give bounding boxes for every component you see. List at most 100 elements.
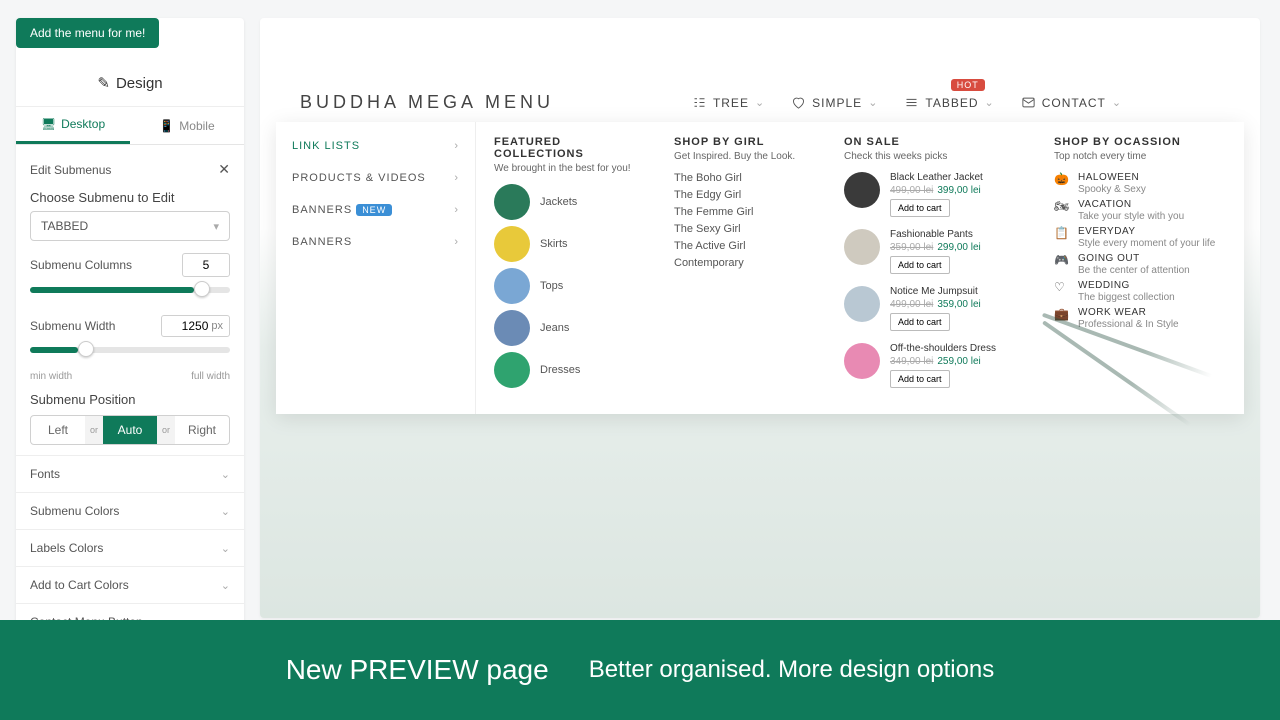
- collection-thumb: [494, 268, 530, 304]
- position-auto[interactable]: Auto: [103, 416, 157, 444]
- girl-link[interactable]: The Boho Girl: [674, 172, 808, 184]
- occasion-item[interactable]: 🎮 GOING OUTBe the center of attention: [1054, 253, 1226, 276]
- product-thumb: [844, 343, 880, 379]
- nav-simple[interactable]: SIMPLE⌄: [791, 95, 878, 110]
- mm-shop-by-girl: SHOP BY GIRL Get Inspired. Buy the Look.…: [656, 122, 826, 414]
- occasion-icon: 🏍: [1054, 199, 1068, 222]
- accordion-fonts[interactable]: Fonts⌄: [16, 455, 244, 492]
- collection-item[interactable]: Jeans: [494, 310, 638, 346]
- collection-item[interactable]: Jackets: [494, 184, 638, 220]
- accordion-addtocart-colors[interactable]: Add to Cart Colors⌄: [16, 566, 244, 603]
- position-left[interactable]: Left: [31, 416, 85, 444]
- collection-item[interactable]: Skirts: [494, 226, 638, 262]
- product-thumb: [844, 229, 880, 265]
- add-to-cart-button[interactable]: Add to cart: [890, 370, 950, 388]
- design-header: ✎ Design: [16, 60, 244, 107]
- close-icon[interactable]: ✕: [218, 161, 230, 178]
- chevron-down-icon: ⌄: [985, 96, 995, 109]
- add-to-cart-button[interactable]: Add to cart: [890, 256, 950, 274]
- nav-tree[interactable]: TREE⌄: [692, 95, 765, 110]
- product-name[interactable]: Fashionable Pants: [890, 229, 981, 240]
- mm-col-title: ON SALE: [844, 136, 1018, 148]
- mm-tab-banners-new[interactable]: BANNERSNEW›: [276, 194, 475, 226]
- sale-item: Notice Me Jumpsuit 499,00 lei359,00 lei …: [844, 286, 1018, 331]
- slider-thumb[interactable]: [78, 341, 94, 357]
- product-thumb: [844, 286, 880, 322]
- product-name[interactable]: Off-the-shoulders Dress: [890, 343, 996, 354]
- collection-label: Tops: [540, 280, 563, 292]
- choose-submenu-label: Choose Submenu to Edit: [30, 190, 230, 205]
- chevron-right-icon: ›: [454, 172, 459, 184]
- position-right[interactable]: Right: [175, 416, 229, 444]
- price-old: 349,00 lei: [890, 356, 933, 367]
- new-badge: NEW: [356, 204, 392, 216]
- occasion-icon: 🎮: [1054, 253, 1068, 276]
- girl-link[interactable]: The Femme Girl: [674, 206, 808, 218]
- occasion-item[interactable]: 💼 WORK WEARProfessional & In Style: [1054, 307, 1226, 330]
- girl-link[interactable]: The Edgy Girl: [674, 189, 808, 201]
- girl-link[interactable]: Contemporary: [674, 257, 808, 269]
- position-segmented: Left or Auto or Right: [30, 415, 230, 445]
- tab-mobile[interactable]: 📱 Mobile: [130, 107, 244, 144]
- mm-on-sale: ON SALE Check this weeks picks Black Lea…: [826, 122, 1036, 414]
- tab-desktop[interactable]: 🖥 Desktop: [16, 107, 130, 144]
- device-tabs: 🖥 Desktop 📱 Mobile: [16, 107, 244, 145]
- mm-col-subtitle: We brought in the best for you!: [494, 163, 638, 174]
- width-slider[interactable]: [30, 347, 230, 353]
- chevron-right-icon: ›: [454, 236, 459, 248]
- collection-item[interactable]: Dresses: [494, 352, 638, 388]
- collection-item[interactable]: Tops: [494, 268, 638, 304]
- collection-thumb: [494, 352, 530, 388]
- occasion-item[interactable]: ♡ WEDDINGThe biggest collection: [1054, 280, 1226, 303]
- tab-mobile-label: Mobile: [179, 119, 214, 133]
- girl-link[interactable]: The Active Girl: [674, 240, 808, 252]
- columns-slider[interactable]: [30, 287, 230, 293]
- add-to-cart-button[interactable]: Add to cart: [890, 199, 950, 217]
- slider-thumb[interactable]: [194, 281, 210, 297]
- mm-tab-banners[interactable]: BANNERS›: [276, 226, 475, 258]
- mm-col-subtitle: Check this weeks picks: [844, 151, 1018, 162]
- girl-link[interactable]: The Sexy Girl: [674, 223, 808, 235]
- product-name[interactable]: Notice Me Jumpsuit: [890, 286, 981, 297]
- chevron-down-icon: ⌄: [221, 542, 230, 555]
- chevron-down-icon: ▾: [213, 220, 219, 233]
- shop-nav: BUDDHA MEGA MENU TREE⌄ SIMPLE⌄ HOT TABBE…: [260, 78, 1260, 127]
- collection-label: Dresses: [540, 364, 580, 376]
- accordion-labels-colors[interactable]: Labels Colors⌄: [16, 529, 244, 566]
- collection-label: Jeans: [540, 322, 569, 334]
- chevron-down-icon: ⌄: [755, 96, 765, 109]
- collection-thumb: [494, 184, 530, 220]
- columns-input[interactable]: [182, 253, 230, 277]
- mm-col-subtitle: Top notch every time: [1054, 151, 1226, 162]
- width-input-wrap: px: [161, 315, 230, 337]
- tree-icon: [692, 95, 707, 110]
- occasion-item[interactable]: 🏍 VACATIONTake your style with you: [1054, 199, 1226, 222]
- product-thumb: [844, 172, 880, 208]
- price-new: 359,00 lei: [937, 299, 980, 310]
- nav-tabbed[interactable]: HOT TABBED⌄: [904, 95, 994, 110]
- mega-menu-tabs: LINK LISTS› PRODUCTS & VIDEOS› BANNERSNE…: [276, 122, 476, 414]
- collection-label: Jackets: [540, 196, 577, 208]
- add-menu-button[interactable]: Add the menu for me!: [16, 18, 159, 48]
- design-label: Design: [116, 75, 163, 92]
- mm-tab-link-lists[interactable]: LINK LISTS›: [276, 130, 475, 162]
- tab-desktop-label: Desktop: [61, 117, 105, 131]
- mobile-icon: 📱: [159, 119, 174, 133]
- occasion-item[interactable]: 📋 EVERYDAYStyle every moment of your lif…: [1054, 226, 1226, 249]
- banner-subtitle: Better organised. More design options: [589, 656, 995, 684]
- submenu-select[interactable]: TABBED ▾: [30, 211, 230, 241]
- mm-col-title: SHOP BY GIRL: [674, 136, 808, 148]
- add-to-cart-button[interactable]: Add to cart: [890, 313, 950, 331]
- occasion-item[interactable]: 🎃 HALOWEENSpooky & Sexy: [1054, 172, 1226, 195]
- occasion-icon: 🎃: [1054, 172, 1068, 195]
- mm-col-title: FEATURED COLLECTIONS: [494, 136, 638, 160]
- accordion-submenu-colors[interactable]: Submenu Colors⌄: [16, 492, 244, 529]
- sale-item: Fashionable Pants 359,00 lei299,00 lei A…: [844, 229, 1018, 274]
- product-name[interactable]: Black Leather Jacket: [890, 172, 983, 183]
- mm-tab-products-videos[interactable]: PRODUCTS & VIDEOS›: [276, 162, 475, 194]
- nav-contact[interactable]: CONTACT⌄: [1021, 95, 1122, 110]
- occasion-icon: ♡: [1054, 280, 1068, 303]
- mega-menu: LINK LISTS› PRODUCTS & VIDEOS› BANNERSNE…: [276, 122, 1244, 414]
- width-input[interactable]: [168, 319, 208, 333]
- occasion-name: HALOWEEN: [1078, 172, 1146, 183]
